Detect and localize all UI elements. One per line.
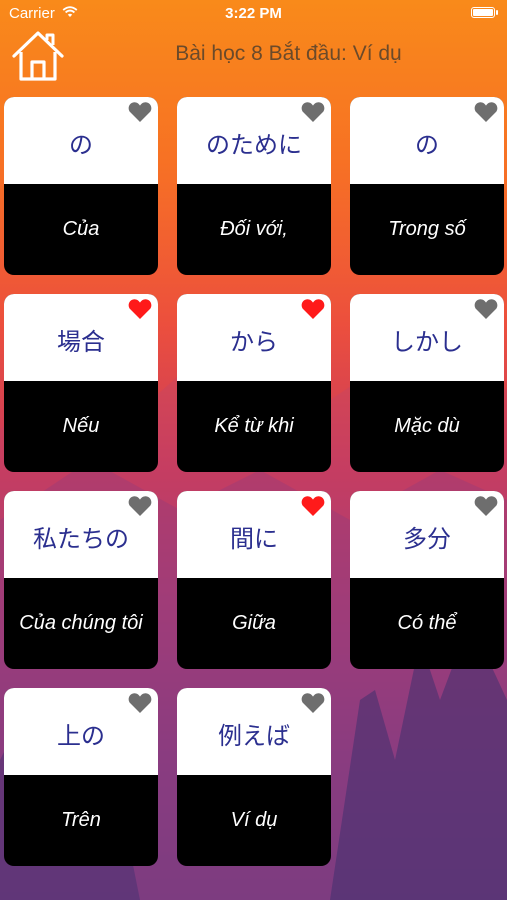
japanese-word: から (230, 328, 278, 356)
japanese-word: 多分 (403, 525, 451, 553)
vocab-card[interactable]: 例えば Ví dụ (177, 688, 331, 866)
word-meaning: Nếu (62, 415, 100, 437)
japanese-word: 私たちの (33, 525, 129, 553)
word-meaning: Trên (61, 809, 101, 831)
word-meaning: Kể từ khi (214, 415, 294, 437)
word-meaning: Của (62, 218, 100, 240)
heart-icon[interactable] (474, 298, 498, 320)
heart-icon[interactable] (128, 692, 152, 714)
vocab-card[interactable]: 多分 Có thể (350, 491, 504, 669)
heart-icon[interactable] (128, 101, 152, 123)
heart-icon[interactable] (128, 495, 152, 517)
word-meaning: Có thể (397, 612, 457, 634)
heart-icon[interactable] (128, 298, 152, 320)
word-meaning: Giữa (232, 612, 276, 634)
vocab-card[interactable]: の Của (4, 97, 158, 275)
heart-icon[interactable] (474, 101, 498, 123)
vocab-card[interactable]: しかし Mặc dù (350, 294, 504, 472)
heart-icon[interactable] (301, 495, 325, 517)
heart-icon[interactable] (301, 101, 325, 123)
vocab-card[interactable]: 上の Trên (4, 688, 158, 866)
vocab-card[interactable]: 場合 Nếu (4, 294, 158, 472)
vocab-card[interactable]: の Trong số (350, 97, 504, 275)
heart-icon[interactable] (474, 495, 498, 517)
japanese-word: 上の (57, 722, 105, 750)
word-meaning: Của chúng tôi (19, 612, 143, 634)
japanese-word: 場合 (57, 328, 105, 356)
japanese-word: のために (206, 131, 302, 159)
word-meaning: Mặc dù (394, 415, 460, 437)
heart-icon[interactable] (301, 298, 325, 320)
word-meaning: Trong số (388, 218, 466, 240)
word-meaning: Đối với, (220, 218, 288, 240)
japanese-word: の (415, 131, 439, 159)
heart-icon[interactable] (301, 692, 325, 714)
japanese-word: 例えば (218, 722, 290, 750)
japanese-word: しかし (391, 328, 463, 356)
japanese-word: 間に (230, 525, 278, 553)
japanese-word: の (69, 131, 93, 159)
vocab-card[interactable]: 私たちの Của chúng tôi (4, 491, 158, 669)
word-meaning: Ví dụ (230, 809, 278, 831)
lesson-card-grid: の Của のために Đối với, の Trong số 場合 Nếu から Kể từ kh… (0, 0, 507, 900)
vocab-card[interactable]: 間に Giữa (177, 491, 331, 669)
vocab-card[interactable]: から Kể từ khi (177, 294, 331, 472)
vocab-card[interactable]: のために Đối với, (177, 97, 331, 275)
